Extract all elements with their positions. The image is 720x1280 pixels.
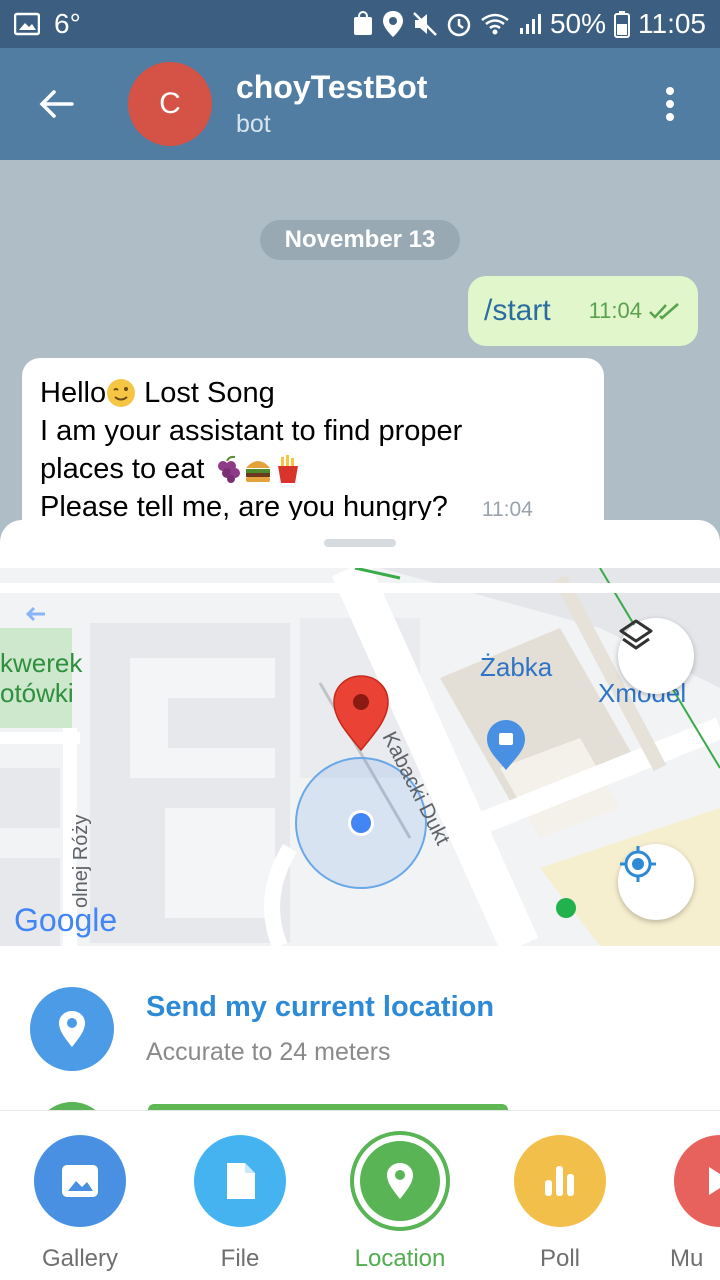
fries-icon: [277, 455, 298, 483]
signal-icon: [518, 12, 542, 36]
chat-area: November 13 /start 11:04 Hello Lost Song…: [0, 160, 720, 560]
outgoing-message[interactable]: /start 11:04: [468, 276, 698, 346]
gallery-icon: [34, 1135, 126, 1227]
outgoing-message-time: 11:04: [588, 298, 642, 323]
wifi-icon: [480, 12, 510, 36]
tab-music-label: Mu: [670, 1245, 704, 1272]
tab-location-label: Location: [354, 1245, 446, 1272]
map-label-street-rozy: olnej Róży: [70, 814, 92, 908]
tab-poll[interactable]: Poll: [510, 1135, 610, 1273]
outgoing-message-text: /start: [484, 294, 551, 327]
burger-icon: [245, 461, 270, 482]
battery-icon: [614, 10, 630, 38]
temperature: 6°: [54, 8, 81, 39]
layers-icon: [619, 619, 653, 650]
map-view[interactable]: kwerek otówki Żabka Xmodel Kabacki Dukt …: [0, 568, 720, 946]
location-pin-button-icon: [30, 987, 114, 1071]
send-location-title: Send my current location: [146, 991, 495, 1023]
incoming-line2: I am your assistant to find proper: [40, 415, 463, 447]
winking-face-icon: [107, 379, 136, 407]
date-chip: November 13: [260, 220, 460, 260]
vpn-lock-icon: [352, 11, 374, 37]
tab-poll-label: Poll: [539, 1245, 581, 1272]
incoming-message-time: 11:04: [481, 498, 533, 521]
incoming-line1-a: Hello: [40, 377, 107, 409]
map-label-shop: Żabka: [480, 652, 553, 682]
sheet-drag-handle[interactable]: [324, 539, 396, 547]
back-button[interactable]: [28, 76, 84, 132]
alarm-icon: [446, 11, 472, 37]
tab-file-label: File: [220, 1245, 260, 1272]
more-options-button[interactable]: [650, 76, 690, 132]
chat-header: C choyTestBot bot: [0, 48, 720, 160]
tab-file[interactable]: File: [190, 1135, 290, 1273]
incoming-line4: Please tell me, are you hungry?: [40, 491, 448, 523]
attach-tabs: Gallery File Location Poll Mu: [0, 1110, 720, 1280]
map-canvas: [0, 568, 720, 946]
my-location-icon: [620, 846, 656, 882]
back-arrow-icon: [39, 90, 74, 118]
incoming-line3: places to eat: [40, 453, 213, 485]
location-accuracy: Accurate to 24 meters: [146, 1038, 391, 1066]
battery-percent: 50%: [549, 8, 606, 39]
avatar[interactable]: C: [128, 62, 212, 146]
more-vertical-icon: [666, 87, 674, 121]
tab-gallery[interactable]: Gallery: [30, 1135, 130, 1273]
map-label-park: kwerek otówki: [0, 648, 83, 708]
tab-location[interactable]: Location: [350, 1135, 450, 1273]
poll-icon: [514, 1135, 606, 1227]
google-logo: Google: [14, 902, 118, 938]
music-icon: [674, 1135, 720, 1227]
incoming-line1-b: Lost Song: [136, 377, 275, 409]
image-notification-icon: [14, 12, 40, 36]
mute-icon: [412, 11, 438, 37]
my-location-button[interactable]: [618, 844, 694, 920]
clock: 11:05: [638, 8, 706, 39]
tab-music[interactable]: Mu: [670, 1135, 720, 1273]
map-layers-button[interactable]: [618, 618, 694, 694]
location-icon: [382, 10, 404, 38]
status-bar: 6° 50% 11:05: [0, 0, 720, 48]
location-pin-icon: [59, 1011, 85, 1047]
tab-gallery-label: Gallery: [41, 1245, 119, 1272]
chat-title[interactable]: choyTestBot: [236, 69, 427, 106]
attach-location-sheet: kwerek otówki Żabka Xmodel Kabacki Dukt …: [0, 520, 720, 1280]
location-tab-icon: [354, 1135, 446, 1227]
chat-subtitle: bot: [236, 110, 271, 138]
read-ticks-icon: [649, 303, 679, 320]
send-current-location-row[interactable]: Send my current location Accurate to 24 …: [0, 946, 720, 1112]
file-icon: [194, 1135, 286, 1227]
grapes-icon: [217, 455, 240, 483]
